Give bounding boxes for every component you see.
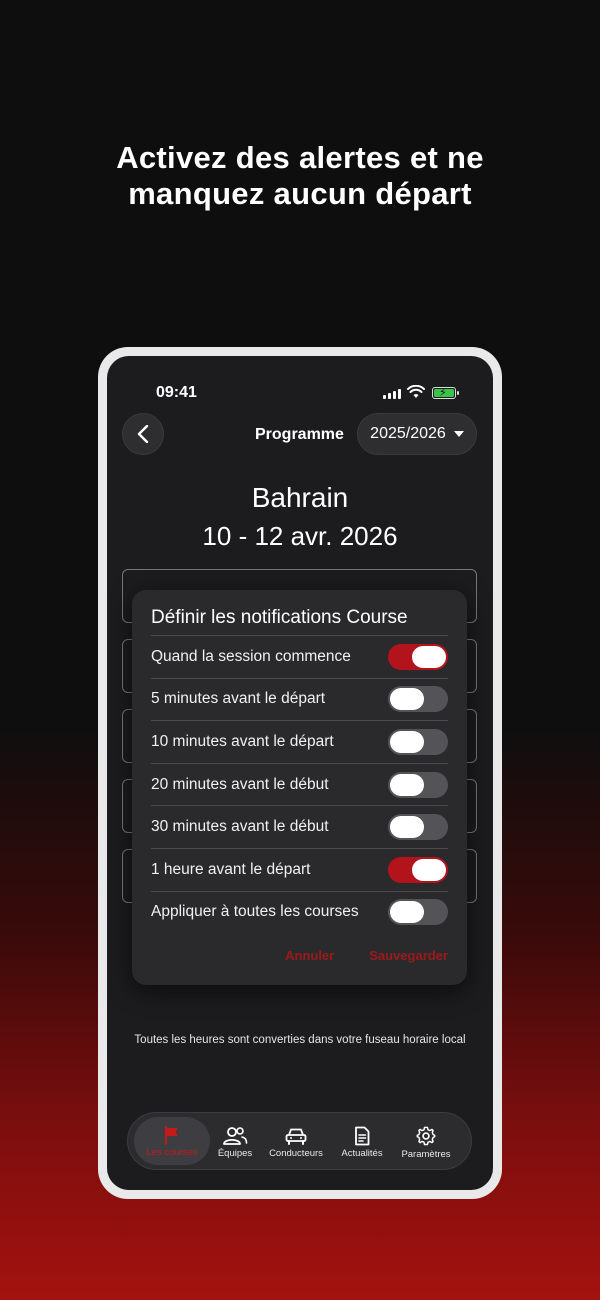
option-label: 1 heure avant le départ — [151, 860, 311, 878]
phone-screen: 09:41 ⚡ Programme 2025/2026 Bahrain 10 -… — [107, 356, 493, 1190]
option-row: 5 minutes avant le départ — [151, 677, 448, 721]
tab-teams[interactable]: Équipes — [210, 1113, 260, 1171]
people-icon — [223, 1126, 248, 1145]
headline-line-2: manquez aucun départ — [128, 176, 472, 211]
tab-label: Actualités — [341, 1147, 383, 1159]
tab-races[interactable]: Les courses — [134, 1117, 210, 1165]
option-row: Quand la session commence — [151, 635, 448, 678]
dialog-title: Définir les notifications Course — [151, 607, 408, 628]
tab-news[interactable]: Actualités — [334, 1113, 390, 1171]
race-name: Bahrain — [251, 482, 349, 513]
option-toggle[interactable] — [388, 686, 448, 713]
phone-frame: 09:41 ⚡ Programme 2025/2026 Bahrain 10 -… — [98, 347, 502, 1199]
caret-down-icon — [453, 431, 464, 437]
option-toggle[interactable] — [388, 899, 448, 926]
status-time: 09:41 — [156, 384, 197, 401]
back-button[interactable] — [122, 413, 164, 455]
option-row: 10 minutes avant le départ — [151, 720, 448, 763]
option-row: 1 heure avant le départ — [151, 847, 448, 891]
status-bar: 09:41 ⚡ — [107, 356, 493, 412]
option-label: 10 minutes avant le départ — [151, 732, 334, 750]
race-dates: 10 - 12 avr. 2026 — [202, 521, 398, 551]
cancel-button[interactable]: Annuler — [285, 948, 334, 963]
cellular-signal-icon — [383, 389, 401, 399]
season-selector[interactable]: 2025/2026 — [357, 413, 477, 455]
tab-label: Conducteurs — [269, 1147, 323, 1159]
tab-label: Paramètres — [401, 1148, 451, 1160]
option-row: 20 minutes avant le début — [151, 762, 448, 806]
headline-line-1: Activez des alertes et ne — [116, 140, 484, 175]
timezone-note: Toutes les heures sont converties dans v… — [134, 1034, 466, 1046]
season-value: 2025/2026 — [370, 425, 446, 442]
option-label: 5 minutes avant le départ — [151, 690, 326, 708]
tab-label: Les courses — [146, 1146, 198, 1158]
option-label: Quand la session commence — [151, 647, 351, 665]
car-icon — [285, 1128, 307, 1145]
tab-bar: Les courses Équipes Conducteurs Actualit… — [127, 1112, 472, 1170]
option-row: 30 minutes avant le début — [151, 805, 448, 848]
tab-settings[interactable]: Paramètres — [394, 1113, 458, 1171]
wifi-icon — [407, 385, 425, 398]
option-label: 30 minutes avant le début — [151, 818, 329, 836]
program-label: Programme — [255, 426, 344, 443]
tab-drivers[interactable]: Conducteurs — [264, 1113, 328, 1171]
save-button[interactable]: Sauvegarder — [369, 948, 448, 963]
tab-label: Équipes — [217, 1147, 253, 1159]
option-toggle[interactable] — [388, 643, 448, 670]
battery-icon: ⚡ — [432, 387, 459, 399]
option-toggle[interactable] — [388, 771, 448, 798]
notification-options: Quand la session commence 5 minutes avan… — [151, 635, 448, 933]
flag-icon — [165, 1125, 178, 1145]
option-toggle[interactable] — [388, 814, 448, 841]
notification-dialog: Définir les notifications Course Quand l… — [132, 590, 467, 985]
option-toggle[interactable] — [388, 728, 448, 755]
dialog-actions: Annuler Sauvegarder — [285, 948, 448, 963]
news-icon — [355, 1126, 370, 1145]
gear-icon — [416, 1126, 436, 1145]
option-label: 20 minutes avant le début — [151, 775, 329, 793]
option-row: Appliquer à toutes les courses — [151, 890, 448, 934]
option-toggle[interactable] — [388, 856, 448, 883]
chevron-left-icon — [137, 425, 149, 443]
option-label: Appliquer à toutes les courses — [151, 903, 359, 921]
headline: Activez des alertes et ne manquez aucun … — [0, 140, 600, 212]
